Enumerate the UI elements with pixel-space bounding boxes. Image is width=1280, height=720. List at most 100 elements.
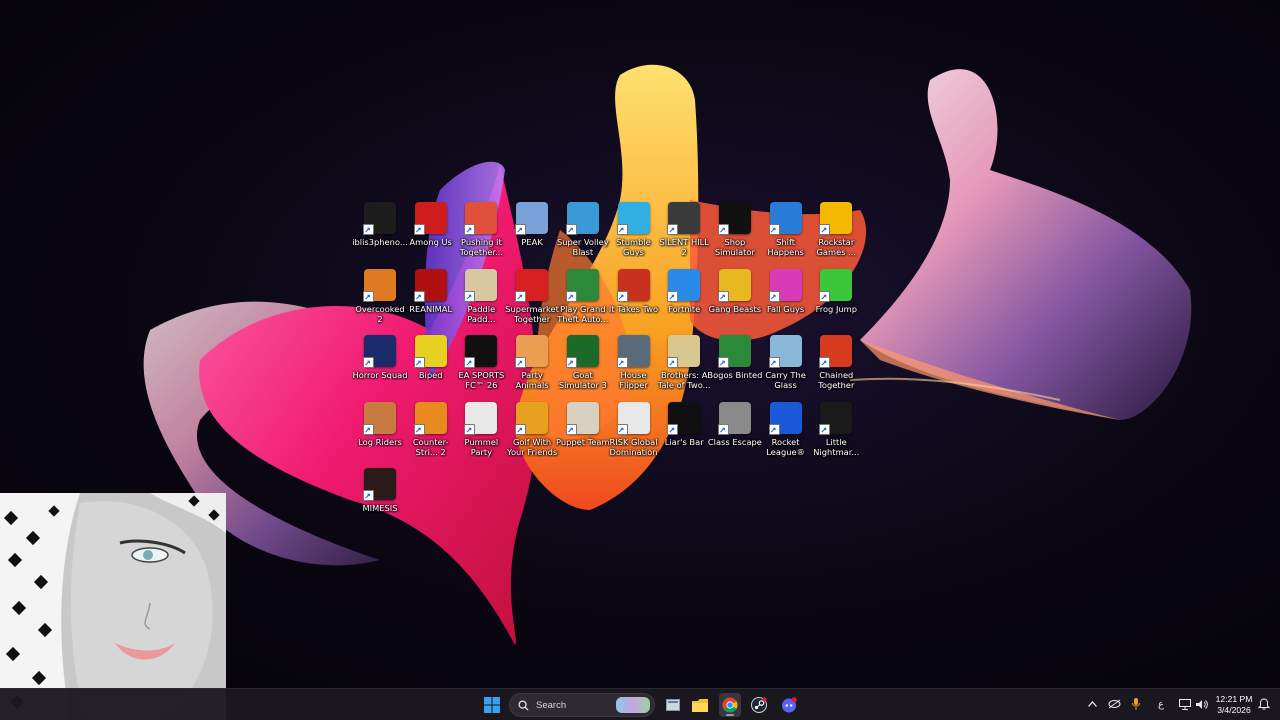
desktop-shortcut[interactable]: Fortnite: [658, 268, 710, 333]
fortnite-icon: [667, 268, 701, 303]
desktop-shortcut[interactable]: It Takes Two: [608, 268, 660, 333]
desktop-shortcut[interactable]: Super Volley Blast: [557, 202, 609, 266]
house-flipper-icon: [616, 335, 650, 369]
desktop-shortcut[interactable]: Overcooked 2: [354, 268, 406, 333]
desktop-shortcut-label: House Flipper: [619, 370, 648, 391]
desktop-shortcut[interactable]: Play Grand Theft Auto...: [557, 268, 609, 333]
goat-simulator-icon: [565, 335, 599, 369]
desktop-shortcut[interactable]: Golf With Your Friends: [506, 401, 558, 466]
desktop-shortcut-label: Frog Jump: [815, 303, 858, 314]
keyboard-layout-button[interactable]: ع: [1154, 697, 1168, 711]
desktop-shortcut-label: Bogos Binted: [707, 370, 763, 381]
desktop-shortcut[interactable]: Little Nightmar...: [810, 401, 862, 466]
clock-time: 12:21 PM: [1215, 694, 1253, 704]
webcam-person-image: [0, 493, 226, 720]
puppet-team-icon: [565, 401, 599, 436]
desktop-shortcut[interactable]: EA SPORTS FC™ 26: [455, 335, 507, 399]
desktop-shortcut[interactable]: Biped: [405, 335, 457, 399]
bogos-binted-icon: [717, 335, 751, 369]
eye-off-icon: [1108, 699, 1120, 709]
desktop-shortcut[interactable]: SILENT HILL 2: [658, 202, 710, 266]
desktop-shortcut[interactable]: Among Us: [405, 202, 457, 266]
notifications-button[interactable]: [1257, 697, 1271, 711]
golf-with-your-friends-icon: [515, 401, 549, 436]
desktop-shortcut-label: REANIMAL: [409, 303, 453, 314]
paddle-icon: [464, 268, 498, 303]
desktop-shortcut[interactable]: Log Riders: [354, 401, 406, 466]
volume-tray-button[interactable]: [1195, 697, 1209, 711]
horror-squad-icon: [363, 335, 396, 369]
desktop-shortcut[interactable]: Gang Beasts: [708, 268, 762, 333]
fall-guys-icon: [768, 268, 802, 303]
desktop-shortcut[interactable]: Carry The Glass: [760, 335, 812, 399]
desktop-shortcut-label: MIMESIS: [362, 503, 398, 514]
desktop-shortcut[interactable]: Brothers: A Tale of Two...: [658, 335, 711, 399]
desktop-shortcut[interactable]: Party Animals: [506, 335, 558, 399]
desktop-shortcut-label: Log Riders: [358, 436, 402, 447]
clock-date: 3/4/2026: [1217, 705, 1251, 715]
system-tray: ع 12:21 PM 3/4/2026: [0, 689, 1280, 720]
desktop-shortcut[interactable]: Rocket League®: [760, 401, 812, 466]
frog-jump-icon: [819, 268, 853, 303]
desktop-shortcut[interactable]: Fall Guys: [760, 268, 812, 333]
desktop-shortcut[interactable]: iblis3pheno...: [352, 202, 408, 266]
desktop-shortcut[interactable]: Horror Squad: [352, 335, 408, 399]
desktop-shortcut[interactable]: Stumble Guys: [608, 202, 660, 266]
desktop-shortcut-label: Overcooked 2: [355, 303, 405, 324]
taskbar-clock[interactable]: 12:21 PM 3/4/2026: [1212, 694, 1256, 716]
desktop-shortcut[interactable]: Rockstar Games ...: [810, 202, 862, 266]
desktop-shortcut[interactable]: PEAK: [506, 202, 558, 266]
desktop-shortcut-label: Chained Together: [818, 370, 855, 391]
pummel-party-icon: [464, 401, 498, 436]
desktop-shortcut[interactable]: Shop Simulator: [709, 202, 761, 266]
desktop-shortcut[interactable]: RISK Global Domination: [608, 401, 660, 466]
desktop-shortcut-label: Stumble Guys: [616, 237, 651, 257]
network-icon: [1179, 698, 1191, 710]
desktop-shortcut[interactable]: Counter-Stri... 2: [405, 401, 457, 466]
party-animals-icon: [515, 335, 549, 369]
super-volley-blast-icon: [565, 202, 599, 236]
desktop-shortcut-label: Shop Simulator: [714, 237, 755, 257]
desktop-shortcut[interactable]: Supermarket Together: [505, 268, 559, 333]
ea-sports-fc-icon: [464, 335, 498, 369]
desktop-shortcut[interactable]: Goat Simulator 3: [557, 335, 609, 399]
peak-icon: [515, 202, 549, 236]
desktop-shortcut-label: Gang Beasts: [708, 303, 762, 314]
pushing-it-together-icon: [464, 202, 498, 236]
desktop-shortcut[interactable]: House Flipper: [608, 335, 660, 399]
desktop-shortcut[interactable]: Pummel Party: [455, 401, 507, 466]
desktop-shortcut[interactable]: Chained Together: [810, 335, 862, 399]
desktop-shortcut-label: Little Nightmar...: [813, 436, 860, 457]
desktop-shortcut-label: Class Escape: [707, 436, 762, 447]
desktop-shortcut-label: Supermarket Together: [505, 303, 559, 324]
volume-icon: [1196, 699, 1208, 709]
desktop-shortcut-label: Fall Guys: [766, 303, 805, 314]
desktop-shortcut-label: PEAK: [521, 237, 543, 247]
desktop-shortcut-label: Rocket League®: [766, 436, 805, 457]
desktop-shortcut[interactable]: REANIMAL: [405, 268, 457, 333]
desktop-shortcut-label: Counter-Stri... 2: [412, 436, 449, 457]
desktop-shortcut-label: Goat Simulator 3: [558, 370, 607, 391]
desktop-shortcut[interactable]: Pushing it Together...: [455, 202, 507, 266]
desktop-shortcut-label: Biped: [418, 370, 443, 381]
desktop-shortcut[interactable]: Puppet Team: [556, 401, 610, 466]
desktop-shortcut[interactable]: Paddle Padd...: [455, 268, 507, 333]
carry-the-glass-icon: [768, 335, 802, 369]
desktop-shortcut-label: RISK Global Domination: [609, 436, 658, 457]
desktop-shortcut-label: Shift Happens: [767, 237, 804, 257]
desktop-shortcut[interactable]: Class Escape: [707, 401, 762, 466]
show-hidden-icons-button[interactable]: [1085, 697, 1099, 711]
gang-beasts-icon: [717, 268, 751, 303]
network-tray-button[interactable]: [1178, 697, 1192, 711]
desktop-shortcut[interactable]: Frog Jump: [810, 268, 862, 333]
desktop-shortcut-label: Play Grand Theft Auto...: [557, 303, 609, 324]
hidden-eye-tray-button[interactable]: [1107, 697, 1121, 711]
desktop-shortcut[interactable]: MIMESIS: [354, 468, 406, 532]
rockstar-games-icon: [819, 202, 853, 236]
desktop-shortcut-label: Paddle Padd...: [467, 303, 496, 324]
desktop-shortcut[interactable]: Liar's Bar: [658, 401, 710, 466]
microphone-tray-button[interactable]: [1129, 697, 1143, 711]
desktop-shortcut[interactable]: Shift Happens: [760, 202, 812, 266]
desktop-shortcut[interactable]: Bogos Binted: [707, 335, 763, 399]
desktop-shortcut-label: Horror Squad: [352, 370, 408, 381]
